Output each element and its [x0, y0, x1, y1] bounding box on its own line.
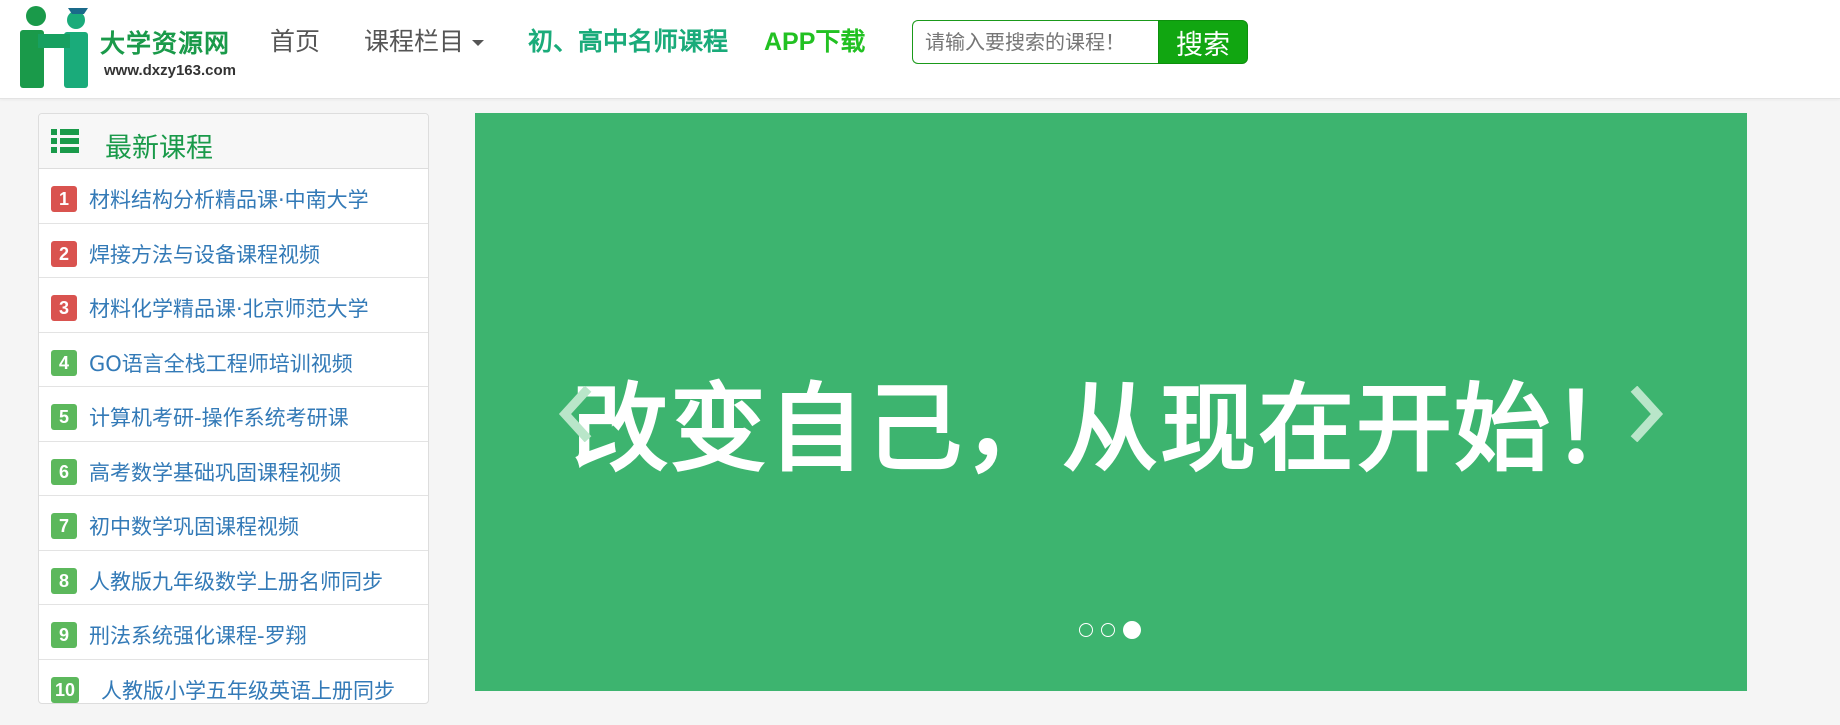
course-link[interactable]: 刑法系统强化课程-罗翔: [89, 620, 307, 650]
rank-badge: 2: [51, 240, 77, 267]
course-link[interactable]: 材料结构分析精品课·中南大学: [89, 184, 369, 214]
rank-badge: 5: [51, 404, 77, 430]
rank-badge: 1: [51, 186, 77, 212]
nav-teachers[interactable]: 初、高中名师课程: [528, 24, 728, 60]
panel-title: 最新课程: [105, 133, 213, 164]
course-link[interactable]: 材料化学精品课·北京师范大学: [89, 293, 369, 323]
course-list: 1 材料结构分析精品课·中南大学 2 焊接方法与设备课程视频 3 材料化学精品课·北京…: [39, 169, 428, 713]
course-link[interactable]: 人教版九年级数学上册名师同步: [89, 566, 383, 596]
list-icon: [51, 129, 79, 153]
banner-carousel[interactable]: 改变自己，从现在开始！: [475, 113, 1747, 691]
logo-title: 大学资源网: [100, 29, 231, 58]
carousel-indicators: [1079, 621, 1159, 641]
course-link[interactable]: GO语言全栈工程师培训视频: [89, 348, 353, 378]
list-item[interactable]: 9 刑法系统强化课程-罗翔: [39, 605, 428, 660]
list-item[interactable]: 8 人教版九年级数学上册名师同步: [39, 551, 428, 605]
course-link[interactable]: 人教版小学五年级英语上册同步: [101, 675, 395, 705]
site-logo[interactable]: 大学资源网 www.dxzy163.com: [18, 4, 248, 90]
nav-courses-dropdown[interactable]: 课程栏目: [364, 24, 485, 60]
chevron-right-icon[interactable]: [1627, 386, 1667, 442]
top-navbar: 大学资源网 www.dxzy163.com 首页 课程栏目 初、高中名师课程 A…: [0, 0, 1840, 99]
chevron-left-icon[interactable]: [555, 386, 595, 442]
carousel-dot-active[interactable]: [1123, 621, 1141, 639]
rank-badge: 8: [51, 567, 77, 594]
list-item[interactable]: 2 焊接方法与设备课程视频: [39, 224, 428, 278]
list-item[interactable]: 10 人教版小学五年级英语上册同步: [39, 660, 428, 714]
rank-badge: 7: [51, 513, 77, 539]
course-link[interactable]: 焊接方法与设备课程视频: [89, 239, 320, 269]
rank-badge: 9: [51, 622, 77, 648]
panel-header: 最新课程: [39, 114, 428, 169]
latest-courses-panel: 最新课程 1 材料结构分析精品课·中南大学 2 焊接方法与设备课程视频 3 材料化学精…: [38, 113, 429, 704]
list-item[interactable]: 7 初中数学巩固课程视频: [39, 496, 428, 551]
logo-url: www.dxzy163.com: [104, 62, 236, 79]
list-item[interactable]: 4 GO语言全栈工程师培训视频: [39, 333, 428, 387]
list-item[interactable]: 6 高考数学基础巩固课程视频: [39, 442, 428, 496]
course-link[interactable]: 初中数学巩固课程视频: [89, 511, 299, 541]
search-input[interactable]: [912, 20, 1158, 64]
nav-home[interactable]: 首页: [270, 24, 320, 60]
rank-badge: 10: [51, 676, 80, 703]
list-item[interactable]: 1 材料结构分析精品课·中南大学: [39, 169, 428, 224]
caret-down-icon: [472, 40, 485, 46]
nav-app-download[interactable]: APP下载: [764, 24, 865, 60]
rank-badge: 6: [51, 458, 77, 485]
slide-headline: 改变自己，从现在开始！: [572, 373, 1650, 485]
carousel-dot[interactable]: [1101, 623, 1115, 637]
rank-badge: 4: [51, 349, 77, 376]
course-link[interactable]: 计算机考研-操作系统考研课: [89, 402, 349, 432]
carousel-dot[interactable]: [1079, 623, 1093, 637]
logo-icon: [20, 6, 88, 88]
search-form: 搜索: [912, 20, 1248, 64]
nav-courses-label: 课程栏目: [364, 27, 465, 56]
list-item[interactable]: 5 计算机考研-操作系统考研课: [39, 387, 428, 442]
course-link[interactable]: 高考数学基础巩固课程视频: [89, 457, 341, 487]
list-item[interactable]: 3 材料化学精品课·北京师范大学: [39, 278, 428, 333]
rank-badge: 3: [51, 295, 77, 321]
search-button[interactable]: 搜索: [1158, 20, 1248, 64]
